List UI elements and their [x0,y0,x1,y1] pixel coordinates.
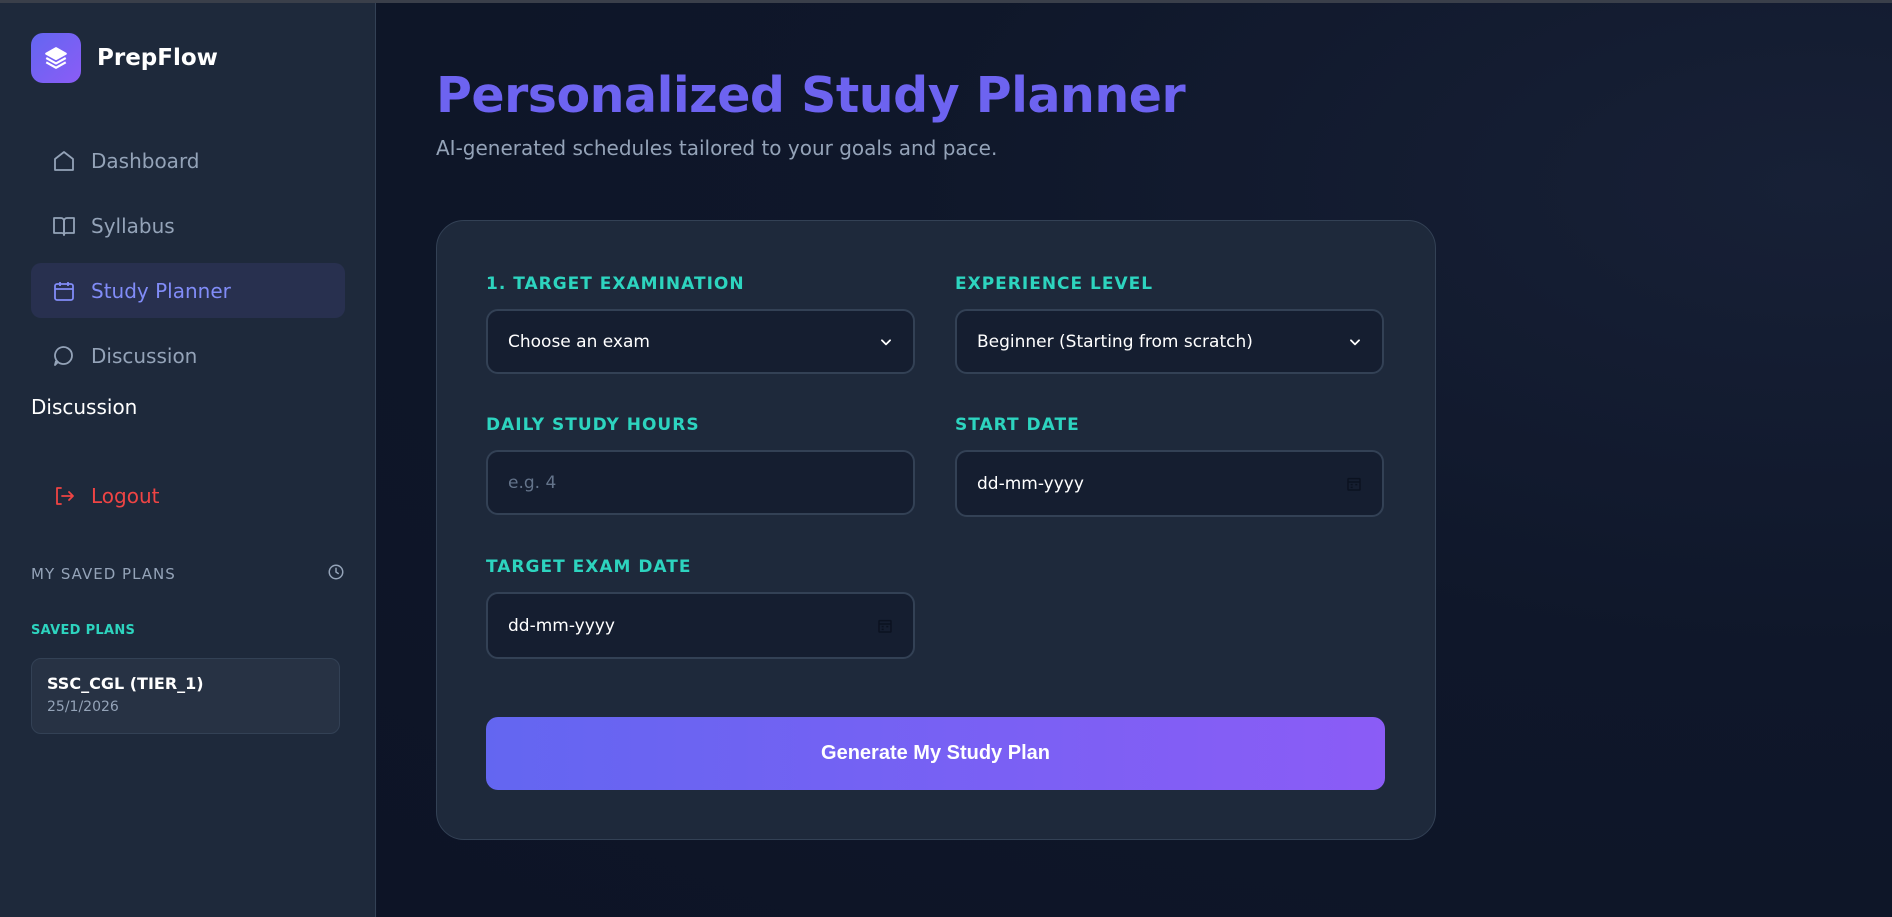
level-select[interactable]: Beginner (Starting from scratch) [955,309,1384,374]
logout-icon [51,483,77,509]
hours-placeholder: e.g. 4 [508,472,557,493]
calendar-icon [51,278,77,304]
calendar-picker-icon[interactable] [877,618,893,634]
home-icon [51,148,77,174]
saved-plan-card[interactable]: SSC_CGL (TIER_1) 25/1/2026 [31,658,340,734]
exam-select[interactable]: Choose an exam [486,309,915,374]
sidebar: PrepFlow Dashboard Syllabus Study Planne… [0,3,376,917]
clock-history-icon[interactable] [327,563,345,585]
calendar-picker-icon[interactable] [1346,476,1362,492]
sidebar-item-label: Discussion [91,343,198,368]
start-date-label: START DATE [955,415,1080,435]
sidebar-item-label: Dashboard [91,148,200,173]
page-subtitle: AI-generated schedules tailored to your … [436,136,998,160]
main-content: Personalized Study Planner AI-generated … [377,3,1892,917]
sidebar-item-discussion[interactable]: Discussion [31,328,345,383]
target-date-value: dd-mm-yyyy [508,615,615,636]
start-date-value: dd-mm-yyyy [977,473,1084,494]
logout-label: Logout [91,483,160,508]
sidebar-item-label: Syllabus [91,213,175,238]
sidebar-item-dashboard[interactable]: Dashboard [31,133,345,188]
level-select-value: Beginner (Starting from scratch) [977,331,1253,352]
chat-icon [51,343,77,369]
sidebar-item-syllabus[interactable]: Syllabus [31,198,345,253]
book-icon [51,213,77,239]
sidebar-item-label: Study Planner [91,278,231,303]
start-date-input[interactable]: dd-mm-yyyy [955,450,1384,517]
exam-label: 1. TARGET EXAMINATION [486,274,745,294]
page-title: Personalized Study Planner [436,67,1186,124]
hours-label: DAILY STUDY HOURS [486,415,700,435]
generate-plan-button[interactable]: Generate My Study Plan [486,717,1385,790]
chevron-down-icon [879,335,893,349]
hours-input[interactable]: e.g. 4 [486,450,915,515]
saved-plan-title: SSC_CGL (TIER_1) [47,674,204,693]
planner-form-card: 1. TARGET EXAMINATION Choose an exam EXP… [436,220,1436,840]
sidebar-item-study-planner[interactable]: Study Planner [31,263,345,318]
brand-name: PrepFlow [97,45,218,71]
exam-select-value: Choose an exam [508,331,650,352]
target-date-label: TARGET EXAM DATE [486,557,692,577]
saved-plans-title: MY SAVED PLANS [31,565,176,583]
saved-plan-date: 25/1/2026 [47,699,119,715]
brand[interactable]: PrepFlow [31,33,218,83]
level-label: EXPERIENCE LEVEL [955,274,1154,294]
saved-plans-subheader: SAVED PLANS [31,623,136,638]
logout-button[interactable]: Logout [31,468,345,523]
chevron-down-icon [1348,335,1362,349]
target-date-input[interactable]: dd-mm-yyyy [486,592,915,659]
discussion-label[interactable]: Discussion [31,395,137,419]
layers-logo-icon [31,33,81,83]
saved-plans-header: MY SAVED PLANS [31,563,345,585]
